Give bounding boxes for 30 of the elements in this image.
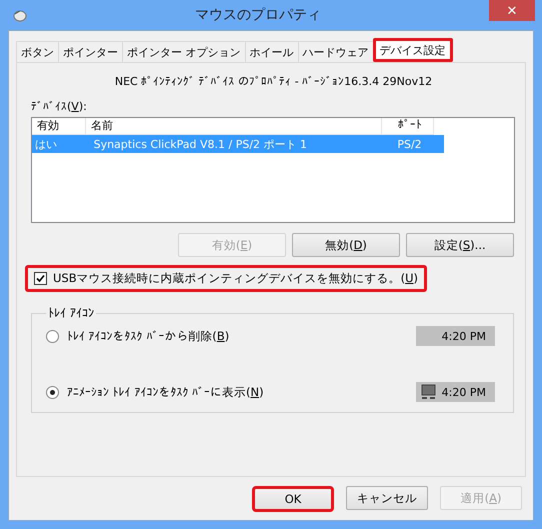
table-cell-text: PS/2 xyxy=(396,138,423,150)
radio-label[interactable]: ｱﾆﾒｰｼｮﾝ ﾄﾚｲ ｱｲｺﾝをﾀｽｸ ﾊﾞｰに表示(N) xyxy=(67,384,264,400)
column-header[interactable]: 有効 xyxy=(32,118,86,135)
monitor-icon xyxy=(421,384,437,400)
clock-preview: 4:20 PM xyxy=(416,326,495,346)
devices-label: ﾃﾞﾊﾞｲｽ(V): xyxy=(31,100,88,113)
device-button[interactable]: 無効(D) xyxy=(292,233,400,257)
radio-button[interactable] xyxy=(46,386,59,398)
radio-button[interactable] xyxy=(46,330,59,342)
table-cell-text: はい xyxy=(34,136,58,152)
window-title: マウスのプロパティ xyxy=(194,6,322,24)
tab[interactable]: ボタン xyxy=(16,41,59,62)
column-header[interactable]: 名前 xyxy=(86,118,382,135)
device-list[interactable]: 有効 名前 ﾎﾟｰﾄ はい Synaptics ClickPad V8.1 / PS/2 ポート 1 PS/2 xyxy=(31,117,515,223)
group-title: ﾄﾚｲ ｱｲｺﾝ xyxy=(47,306,95,320)
checkbox-label[interactable]: USBマウス接続時に内蔵ポインティングデバイスを無効にする。(U) xyxy=(53,271,418,286)
checkmark-icon xyxy=(36,274,45,283)
radio-label[interactable]: ﾄﾚｲ ｱｲｺﾝをﾀｽｸ ﾊﾞｰから削除(B) xyxy=(67,328,230,344)
version-text: NEC ﾎﾟｲﾝﾃｨﾝｸﾞ ﾃﾞﾊﾞｲｽ のﾌﾟﾛﾊﾟﾃｨ - ﾊﾞｰｼﾞｮﾝ16.3.4 29Nov12 xyxy=(114,75,434,88)
tab[interactable]: デバイス設定 xyxy=(372,38,452,62)
table-cell-text: Synaptics ClickPad V8.1 / PS/2 ポート 1 xyxy=(92,136,308,152)
dialog-button[interactable]: OK xyxy=(252,486,334,512)
mouse-icon xyxy=(12,8,28,22)
device-button[interactable]: 設定(S)... xyxy=(406,233,514,257)
close-button[interactable]: ✕ xyxy=(489,0,535,21)
usb-checkbox[interactable] xyxy=(34,272,47,285)
tab[interactable]: ハードウェア xyxy=(298,41,374,62)
dialog-button[interactable]: キャンセル xyxy=(346,486,428,510)
column-header[interactable]: ﾎﾟｰﾄ xyxy=(382,118,434,135)
clock-preview: 4:20 PM xyxy=(416,382,495,402)
